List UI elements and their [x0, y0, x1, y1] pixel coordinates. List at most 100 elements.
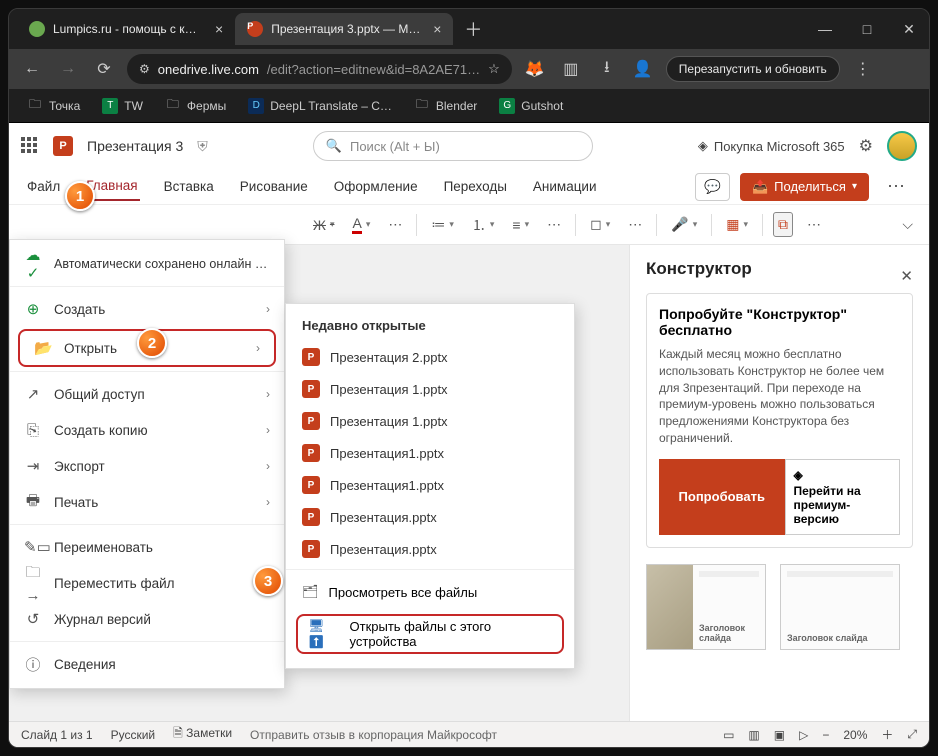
- tab-insert[interactable]: Вставка: [162, 173, 216, 200]
- close-window-button[interactable]: ✕: [897, 21, 921, 38]
- bookmark-item[interactable]: 🗀Blender: [406, 95, 485, 117]
- more-shapes[interactable]: ⋯: [624, 213, 646, 236]
- minimize-button[interactable]: ―: [813, 21, 837, 38]
- close-icon[interactable]: ×: [433, 21, 441, 37]
- account-icon[interactable]: 👤: [630, 56, 656, 82]
- zoom-level[interactable]: 20%: [843, 728, 867, 742]
- favicon-lumpics: [29, 21, 45, 37]
- recent-file[interactable]: PПрезентация 1.pptx: [286, 373, 574, 405]
- forward-button[interactable]: →: [55, 56, 81, 82]
- font-strikethrough[interactable]: Ж: [309, 214, 338, 236]
- reload-button[interactable]: ⟳: [91, 56, 117, 82]
- folder-icon: 🗀: [414, 98, 430, 114]
- new-tab-button[interactable]: ＋: [459, 15, 487, 43]
- site-settings-icon[interactable]: ⚙: [139, 62, 150, 76]
- bookmark-item[interactable]: GGutshot: [491, 95, 571, 117]
- url-field[interactable]: ⚙ onedrive.live.com/edit?action=editnew&…: [127, 54, 512, 84]
- browse-all-files[interactable]: 🗂Просмотреть все файлы: [286, 574, 574, 610]
- file-menu-history[interactable]: ↺Журнал версий: [10, 601, 284, 637]
- align-icon[interactable]: ≡: [508, 214, 533, 236]
- notes-toggle[interactable]: 🗎 Заметки: [173, 724, 232, 745]
- file-menu-copy[interactable]: ⎘Создать копию›: [10, 412, 284, 448]
- view-normal-icon[interactable]: ▭: [723, 728, 734, 742]
- overflow-menu[interactable]: ⋯: [879, 173, 913, 201]
- font-color[interactable]: А: [348, 212, 374, 237]
- tab-transitions[interactable]: Переходы: [442, 173, 509, 200]
- bullets-icon[interactable]: ≔: [427, 213, 458, 236]
- view-sorter-icon[interactable]: ▥: [748, 728, 759, 742]
- app-launcher-icon[interactable]: [21, 137, 39, 155]
- view-reading-icon[interactable]: ▣: [774, 728, 785, 742]
- bookmark-item[interactable]: 🗀Фермы: [157, 95, 234, 117]
- numbering-icon[interactable]: ⒈: [468, 212, 499, 238]
- maximize-button[interactable]: □: [855, 21, 879, 38]
- dictate-icon[interactable]: 🎤: [667, 213, 701, 236]
- shapes-icon[interactable]: ◻: [586, 213, 614, 236]
- close-icon[interactable]: ×: [215, 21, 223, 37]
- tab-design[interactable]: Оформление: [332, 173, 420, 200]
- more-para[interactable]: ⋯: [543, 213, 565, 236]
- recent-file[interactable]: PПрезентация1.pptx: [286, 437, 574, 469]
- autosave-status[interactable]: ☁✓ Автоматически сохранено онлайн …: [10, 246, 284, 282]
- browser-tab-2[interactable]: P Презентация 3.pptx — Microso ×: [235, 13, 453, 45]
- restart-update-button[interactable]: Перезапустить и обновить: [666, 56, 840, 82]
- bookmark-star-icon[interactable]: ☆: [488, 61, 500, 77]
- file-menu-rename[interactable]: ✎▭Переименовать: [10, 529, 284, 565]
- slideshow-icon[interactable]: ▷: [799, 728, 808, 742]
- file-menu-create[interactable]: ⊕ Создать›: [10, 291, 284, 327]
- recent-file[interactable]: PПрезентация.pptx: [286, 533, 574, 565]
- settings-icon[interactable]: ⚙: [859, 136, 873, 156]
- file-menu-share[interactable]: ↗Общий доступ›: [10, 376, 284, 412]
- recent-file[interactable]: PПрезентация1.pptx: [286, 469, 574, 501]
- designer-toggle[interactable]: ⧉: [773, 212, 793, 237]
- annotation-callout-2: 2: [137, 328, 167, 358]
- zoom-out-button[interactable]: −: [822, 728, 829, 742]
- slide-counter[interactable]: Слайд 1 из 1: [21, 728, 93, 742]
- search-input[interactable]: 🔍 Поиск (Alt + Ы): [313, 131, 593, 161]
- collapse-ribbon-icon[interactable]: ⌵: [898, 213, 917, 236]
- extension-fox-icon[interactable]: 🦊: [522, 56, 548, 82]
- recent-file[interactable]: PПрезентация 1.pptx: [286, 405, 574, 437]
- status-bar: Слайд 1 из 1 Русский 🗎 Заметки Отправить…: [9, 721, 929, 747]
- try-button[interactable]: Попробовать: [659, 459, 785, 535]
- bookmark-item[interactable]: TTW: [94, 95, 151, 117]
- bookmarks-bar: 🗀Точка TTW 🗀Фермы DDeepL Translate – C… …: [9, 89, 929, 123]
- design-thumbnail[interactable]: Заголовок слайда: [646, 564, 766, 650]
- layout-grid-icon[interactable]: ▦: [722, 213, 752, 236]
- document-name[interactable]: Презентация 3: [87, 138, 183, 154]
- extension-icon[interactable]: ▥: [558, 56, 584, 82]
- avatar[interactable]: [887, 131, 917, 161]
- go-premium-button[interactable]: ◈ Перейти на премиум-версию: [785, 459, 901, 535]
- browser-tab-1[interactable]: Lumpics.ru - помощь с компь ×: [17, 13, 235, 45]
- tab-animations[interactable]: Анимации: [531, 173, 599, 200]
- tab-strip: Lumpics.ru - помощь с компь × P Презента…: [9, 9, 929, 49]
- bookmark-item[interactable]: 🗀Точка: [19, 95, 88, 117]
- back-button[interactable]: ←: [19, 56, 45, 82]
- pptx-icon: P: [302, 508, 320, 526]
- ribbon-overflow[interactable]: ⋯: [803, 213, 825, 236]
- feedback-link[interactable]: Отправить отзыв в корпорация Майкрософт: [250, 728, 497, 742]
- more-font[interactable]: ⋯: [384, 213, 406, 236]
- share-button[interactable]: 📤Поделиться▾: [740, 173, 869, 201]
- recent-file[interactable]: PПрезентация.pptx: [286, 501, 574, 533]
- file-menu-info[interactable]: ⓘСведения: [10, 646, 284, 682]
- tab-file[interactable]: Файл: [25, 173, 62, 200]
- recent-file[interactable]: PПрезентация 2.pptx: [286, 341, 574, 373]
- app-header: P Презентация 3 ⛨ 🔍 Поиск (Alt + Ы) ◈Пок…: [9, 123, 929, 169]
- design-thumbnail[interactable]: Заголовок слайда: [780, 564, 900, 650]
- file-menu-move[interactable]: 🗀→Переместить файл: [10, 565, 284, 601]
- tab-draw[interactable]: Рисование: [238, 173, 310, 200]
- sensitivity-icon[interactable]: ⛨: [197, 138, 208, 155]
- language-indicator[interactable]: Русский: [111, 728, 156, 742]
- buy-m365-button[interactable]: ◈Покупка Microsoft 365: [698, 138, 845, 154]
- file-menu-print[interactable]: 🖶Печать›: [10, 484, 284, 520]
- downloads-icon[interactable]: ⭳: [594, 56, 620, 82]
- browser-menu-icon[interactable]: ⋮: [850, 56, 876, 82]
- bookmark-item[interactable]: DDeepL Translate – C…: [240, 95, 400, 117]
- fit-to-window-icon[interactable]: ⤢: [907, 727, 917, 742]
- close-pane-icon[interactable]: ✕: [900, 267, 913, 285]
- comments-button[interactable]: 💬: [695, 173, 730, 201]
- zoom-in-button[interactable]: ＋: [881, 726, 893, 743]
- file-menu-export[interactable]: ⇥Экспорт›: [10, 448, 284, 484]
- open-from-device[interactable]: 🖥⬆Открыть файлы с этого устройства: [296, 614, 564, 654]
